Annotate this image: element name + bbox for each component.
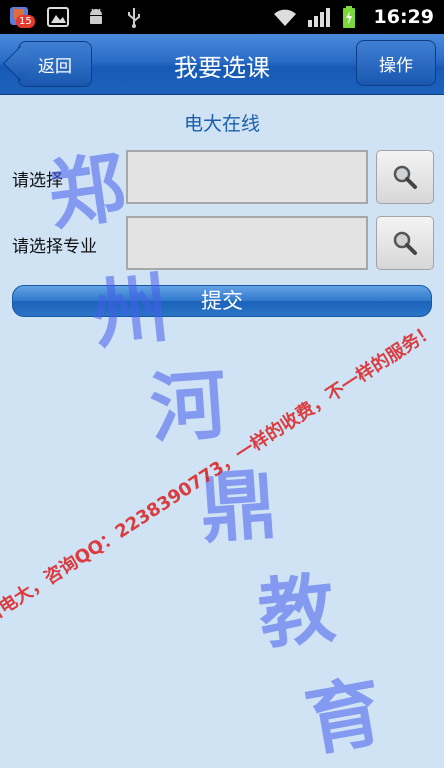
select-search-button[interactable] xyxy=(376,150,434,204)
operation-button-label: 操作 xyxy=(379,55,413,76)
major-search-button[interactable] xyxy=(376,216,434,270)
battery-charging-icon xyxy=(340,5,364,29)
watermark-char: 育 xyxy=(298,665,390,767)
watermark-char: 河 xyxy=(147,359,230,454)
watermark-char: 教 xyxy=(254,563,340,660)
usb-icon xyxy=(122,5,146,29)
status-left-icons: 15 xyxy=(8,4,146,30)
signal-icon xyxy=(306,5,330,29)
submit-button[interactable]: 提交 xyxy=(12,285,432,317)
main-content: 电大在线 请选择 请选择专业 提交 郑 州 河 鼎 教 育 报名电大，咨询QQ：… xyxy=(0,95,444,768)
watermark-char: 郑 xyxy=(43,142,131,241)
search-icon xyxy=(393,231,417,255)
notification-badge: 15 xyxy=(16,15,35,28)
status-right-icons: 16:29 xyxy=(272,4,434,30)
android-debug-icon xyxy=(84,5,108,29)
select-field[interactable] xyxy=(126,150,368,204)
image-notification-icon xyxy=(46,5,70,29)
game-notification-icon: 15 xyxy=(8,5,35,29)
clock: 16:29 xyxy=(373,6,434,28)
title-bar: 返回 我要选课 操作 xyxy=(0,34,444,95)
wifi-icon xyxy=(272,5,296,29)
search-icon xyxy=(393,165,417,189)
status-bar: 15 16:29 xyxy=(0,0,444,34)
operation-button[interactable]: 操作 xyxy=(356,40,436,86)
